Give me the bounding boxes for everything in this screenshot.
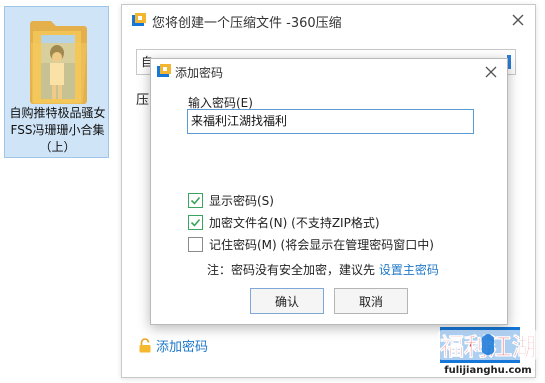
title-bar: 您将创建一个压缩文件 -360压缩 (122, 5, 535, 35)
window-title: 您将创建一个压缩文件 -360压缩 (152, 16, 342, 31)
remember-password-label: 记住密码(M) (将会显示在管理密码窗口中) (209, 238, 434, 252)
360-zip-app-icon (132, 13, 146, 26)
cancel-button[interactable]: 取消 (334, 288, 408, 314)
dialog-title: 添加密码 (175, 66, 224, 80)
add-password-link[interactable]: 添加密码 (138, 336, 208, 355)
security-note: 注：密码没有安全加密，建议先 设置主密码 (207, 261, 439, 278)
password-input[interactable]: 来福利江湖找福利 (187, 109, 474, 134)
encrypt-filenames-checkbox[interactable]: 加密文件名(N) (不支持ZIP格式) (188, 214, 380, 231)
confirm-button[interactable]: 确认 (250, 288, 324, 314)
lock-icon (139, 338, 151, 353)
remember-password-checkbox[interactable]: 记住密码(M) (将会显示在管理密码窗口中) (188, 236, 434, 253)
add-password-label: 添加密码 (156, 340, 209, 355)
folder-label: 自购推特极品骚女FSS冯珊珊小合集（上） (9, 106, 106, 154)
360-zip-app-icon (157, 64, 171, 77)
encrypt-filenames-label: 加密文件名(N) (不支持ZIP格式) (209, 216, 380, 230)
dialog-title-bar: 添加密码 (151, 59, 507, 85)
add-password-dialog: 添加密码 输入密码(E) 来福利江湖找福利 显示密码(S) 加密文件名(N) (… (150, 58, 508, 325)
watermark-url: fulijianghu.com (444, 365, 532, 376)
set-master-password-link[interactable]: 设置主密码 (379, 263, 439, 277)
note-text: 注：密码没有安全加密，建议先 (207, 263, 379, 277)
checkbox-checked-icon[interactable] (188, 193, 203, 208)
close-icon[interactable] (509, 11, 527, 29)
show-password-label: 显示密码(S) (209, 194, 274, 208)
compress-option-label: 压 (136, 93, 150, 108)
checkbox-unchecked-icon[interactable] (188, 237, 203, 252)
folder-icon (30, 21, 87, 104)
close-icon[interactable] (483, 64, 499, 80)
watermark: 福利江湖 fulijianghu.com (434, 328, 542, 380)
show-password-checkbox[interactable]: 显示密码(S) (188, 192, 274, 209)
checkbox-checked-icon[interactable] (188, 215, 203, 230)
desktop-folder[interactable]: 自购推特极品骚女FSS冯珊珊小合集（上） (4, 6, 109, 158)
watermark-logo: 福利江湖 (438, 330, 538, 361)
